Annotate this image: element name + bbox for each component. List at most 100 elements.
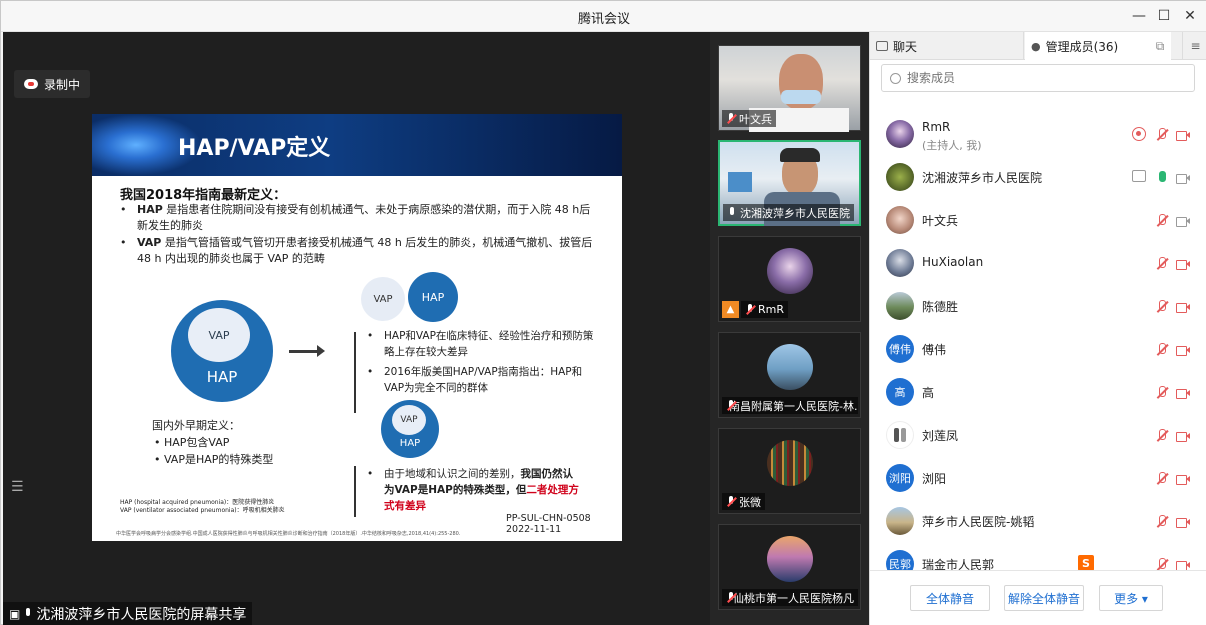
camera-off-icon[interactable] <box>1175 127 1191 143</box>
member-row[interactable]: 高 高 <box>870 372 1206 415</box>
mic-icon <box>727 206 737 219</box>
avatar <box>886 163 914 191</box>
tile-name: 张微 <box>722 493 765 510</box>
camera-off-icon[interactable] <box>1175 557 1191 570</box>
list-icon[interactable]: ☰ <box>11 479 31 499</box>
avatar: 浏阳 <box>886 464 914 492</box>
side-panel: 聊天 ● 管理成员(36) ⧉ ≡ RmR (主持人, 我) <box>869 32 1206 625</box>
right-bullet-regional: • 由于地域和认识之间的差别，我国仍然认为VAP是HAP的特殊类型，但二者处理方… <box>367 468 579 512</box>
unmute-all-button[interactable]: 解除全体静音 <box>1004 585 1084 611</box>
video-tile[interactable]: 张微 <box>718 428 861 514</box>
mic-muted-icon[interactable] <box>1154 299 1170 315</box>
hap-outer-label: HAP <box>206 368 238 386</box>
mic-on-icon[interactable] <box>1154 170 1170 186</box>
member-row[interactable]: 萍乡市人民医院-姚韬 <box>870 501 1206 544</box>
vap-inner-circle: VAP <box>188 308 250 362</box>
member-search[interactable] <box>881 64 1195 92</box>
video-tile[interactable]: 叶文兵 <box>718 45 861 132</box>
camera-off-icon[interactable] <box>1175 471 1191 487</box>
hap-mid-label: HAP <box>399 438 421 449</box>
avatar: 高 <box>886 378 914 406</box>
member-row[interactable]: 叶文兵 <box>870 200 1206 243</box>
definition-bullet-hap: • HAP 是指患者住院期间没有接受有创机械通气、未处于病原感染的潜伏期，而于入… <box>120 203 591 232</box>
domestic-definitions: 国内外早期定义： • HAP包含VAP • VAP是HAP的特殊类型 <box>152 419 274 466</box>
minimize-icon[interactable]: — <box>1126 5 1152 27</box>
camera-off-icon[interactable] <box>1175 256 1191 272</box>
tile-name: RmR <box>741 301 789 318</box>
more-button[interactable]: 更多 ▾ <box>1099 585 1163 611</box>
chat-icon <box>876 41 888 51</box>
video-tile[interactable]: ▲ RmR <box>718 236 861 322</box>
mic-muted-icon[interactable] <box>1154 213 1170 229</box>
avatar <box>886 292 914 320</box>
recording-label: 录制中 <box>44 77 81 92</box>
mic-muted-icon[interactable] <box>1154 471 1170 487</box>
sogou-ime-icon[interactable]: S <box>1078 555 1094 571</box>
tile-name: 叶文兵 <box>722 110 776 127</box>
arrow-right-icon <box>289 345 325 357</box>
vap-mid-inner: VAP <box>392 405 426 435</box>
right-bullet-differences: • HAP和VAP在临床特征、经验性治疗和预防策略上存在较大差异 <box>367 330 594 358</box>
mic-muted-icon[interactable] <box>1154 514 1170 530</box>
avatar <box>886 249 914 277</box>
video-tile-active-speaker[interactable]: 沈湘波萍乡市人民医院 <box>718 140 861 226</box>
mic-muted-icon[interactable] <box>1154 428 1170 444</box>
mic-muted-icon <box>745 303 755 316</box>
maximize-icon[interactable]: ☐ <box>1151 5 1177 27</box>
divider-line-2 <box>354 466 356 517</box>
member-row[interactable]: 刘莲凤 <box>870 415 1206 458</box>
tile-name: 沈湘波萍乡市人民医院 <box>723 204 854 221</box>
title-bar: 腾讯会议 — ☐ ✕ <box>1 1 1206 32</box>
definition-bullet-vap: • VAP 是指气管插管或气管切开患者接受机械通气 48 h 后发生的肺炎，机械… <box>120 236 593 265</box>
meeting-window: 腾讯会议 — ☐ ✕ 录制中 HAP/VAP定义 我国2018年指南最新定义： … <box>0 0 1206 625</box>
camera-icon[interactable] <box>1175 170 1191 186</box>
camera-off-icon[interactable] <box>1175 299 1191 315</box>
tab-members[interactable]: ● 管理成员(36) <box>1025 32 1171 60</box>
slide-subtitle: 我国2018年指南最新定义： <box>120 188 287 203</box>
camera-off-icon[interactable] <box>1175 385 1191 401</box>
slide-code: PP-SUL-CHN-0508 2022-11-11 <box>506 513 591 535</box>
hap-separate-circle: HAP <box>408 272 458 322</box>
tile-name: 仙桃市第一人民医院杨凡 <box>722 589 858 606</box>
mic-muted-icon[interactable] <box>1154 385 1170 401</box>
avatar <box>767 248 813 294</box>
avatar: 傅伟 <box>886 335 914 363</box>
camera-off-icon[interactable] <box>1175 514 1191 530</box>
presentation-slide: HAP/VAP定义 我国2018年指南最新定义： • HAP 是指患者住院期间没… <box>92 114 622 541</box>
avatar: 民郭 <box>886 550 914 570</box>
video-tile[interactable]: 仙桃市第一人民医院杨凡 <box>718 524 861 610</box>
camera-off-icon[interactable] <box>1175 342 1191 358</box>
member-row[interactable]: 傅伟 傅伟 <box>870 329 1206 372</box>
mute-all-button[interactable]: 全体静音 <box>910 585 990 611</box>
mic-muted-icon[interactable] <box>1154 342 1170 358</box>
video-tile[interactable]: 南昌附属第一人民医院-林... <box>718 332 861 418</box>
camera-icon[interactable] <box>1175 213 1191 229</box>
tab-chat[interactable]: 聊天 <box>870 32 1024 60</box>
mic-muted-icon[interactable] <box>1154 256 1170 272</box>
recording-indicator[interactable]: 录制中 <box>14 70 91 98</box>
divider-line <box>354 332 356 413</box>
avatar <box>767 440 813 486</box>
close-icon[interactable]: ✕ <box>1177 5 1203 27</box>
mic-icon <box>23 608 33 620</box>
member-row[interactable]: 民郭 瑞金市人民郭 <box>870 544 1206 570</box>
mic-muted-icon[interactable] <box>1154 557 1170 570</box>
member-row[interactable]: HuXiaolan <box>870 243 1206 286</box>
screen-icon: ▣ <box>9 607 21 621</box>
screen-share-icon <box>1132 170 1148 186</box>
popout-icon[interactable]: ⧉ <box>1151 32 1169 60</box>
camera-off-icon[interactable] <box>1175 428 1191 444</box>
panel-footer: 全体静音 解除全体静音 更多 ▾ <box>870 570 1206 625</box>
mic-muted-icon <box>726 591 733 604</box>
member-row[interactable]: 陈德胜 <box>870 286 1206 329</box>
avatar <box>767 536 813 582</box>
member-row[interactable]: 浏阳 浏阳 <box>870 458 1206 501</box>
tile-name: 南昌附属第一人民医院-林... <box>722 397 858 414</box>
search-input[interactable] <box>907 71 1167 85</box>
share-source-label: ▣ 沈湘波萍乡市人民医院的屏幕共享 <box>3 602 253 625</box>
member-row[interactable]: 沈湘波萍乡市人民医院 <box>870 157 1206 200</box>
mic-muted-icon[interactable] <box>1154 127 1170 143</box>
abbreviation-notes: HAP (hospital acquired pneumonia)：医院获得性肺… <box>120 499 285 514</box>
menu-icon[interactable]: ≡ <box>1182 32 1206 60</box>
member-row[interactable]: RmR (主持人, 我) <box>870 114 1206 157</box>
